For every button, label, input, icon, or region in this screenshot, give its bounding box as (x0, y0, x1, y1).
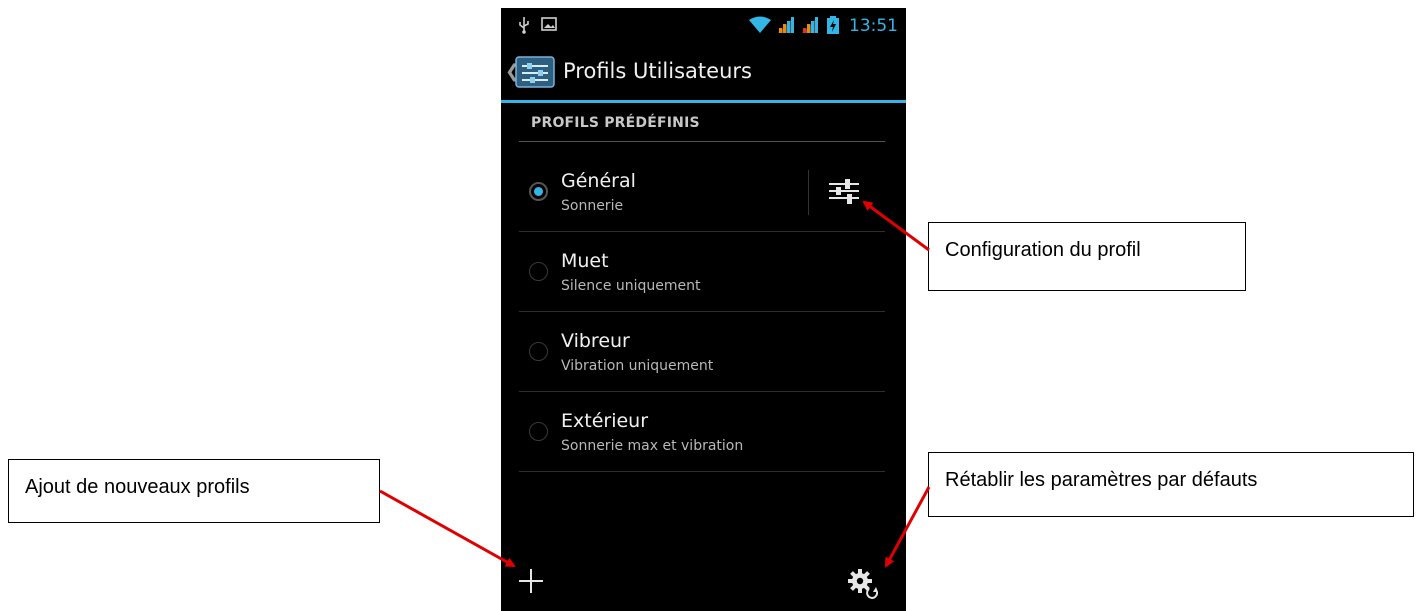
callout-reset-text: Rétablir les paramètres par défauts (945, 469, 1258, 491)
callout-config-text: Configuration du profil (945, 239, 1141, 261)
profile-name: Extérieur (561, 410, 649, 432)
plus-icon[interactable] (517, 567, 545, 595)
profile-name: Vibreur (561, 330, 630, 352)
battery-charging-icon (827, 16, 839, 34)
callout-config: Configuration du profil (928, 222, 1246, 291)
phone-screen: 13:51 ❮ Profils Utilisateurs PROFILS PRÉ… (501, 8, 906, 611)
signal-icon (778, 17, 794, 33)
radio-exterieur[interactable] (529, 422, 548, 441)
section-divider (519, 141, 885, 142)
profile-name: Muet (561, 250, 609, 272)
profile-name: Général (561, 170, 636, 192)
profile-row-vibreur[interactable]: Vibreur Vibration uniquement (519, 312, 885, 392)
clock: 13:51 (849, 16, 898, 36)
profile-description: Silence uniquement (561, 278, 701, 294)
usb-icon (519, 17, 529, 34)
action-bar-divider (501, 100, 906, 103)
profile-row-general[interactable]: Général Sonnerie (519, 152, 885, 232)
profile-row-exterieur[interactable]: Extérieur Sonnerie max et vibration (519, 392, 885, 472)
config-divider (808, 170, 809, 215)
profile-description: Vibration uniquement (561, 358, 714, 374)
signal-icon (802, 17, 818, 33)
settings-sliders-icon[interactable] (515, 56, 555, 88)
radio-muet[interactable] (529, 262, 548, 281)
profile-row-muet[interactable]: Muet Silence uniquement (519, 232, 885, 312)
image-notification-icon (541, 17, 557, 31)
callout-reset: Rétablir les paramètres par défauts (928, 452, 1414, 517)
radio-general[interactable] (529, 182, 548, 201)
page-title: Profils Utilisateurs (563, 59, 752, 83)
gear-reset-icon[interactable] (847, 568, 881, 600)
action-bar: ❮ Profils Utilisateurs (501, 44, 906, 100)
callout-add-text: Ajout de nouveaux profils (25, 476, 250, 498)
profile-settings-icon[interactable] (827, 176, 861, 206)
wifi-icon (749, 16, 771, 33)
status-bar: 13:51 (501, 8, 906, 44)
arrow-add (379, 489, 516, 568)
callout-add: Ajout de nouveaux profils (8, 459, 380, 523)
radio-vibreur[interactable] (529, 342, 548, 361)
profile-description: Sonnerie max et vibration (561, 438, 744, 454)
bottom-bar (501, 555, 906, 611)
section-header: PROFILS PRÉDÉFINIS (531, 115, 700, 131)
row-divider (519, 471, 885, 472)
profile-description: Sonnerie (561, 198, 624, 214)
